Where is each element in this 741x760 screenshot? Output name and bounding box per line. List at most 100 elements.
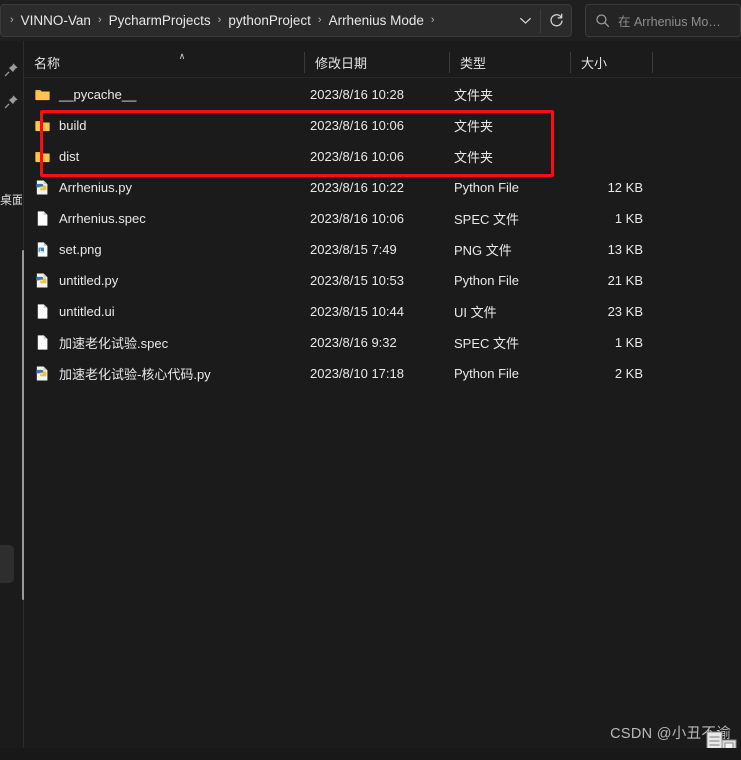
breadcrumb-item-0[interactable]: VINNO-Van — [17, 9, 95, 32]
file-name-cell[interactable]: 加速老化试验-核心代码.py — [34, 364, 211, 383]
table-row[interactable]: untitled.ui 2023/8/15 10:44 UI 文件 23 KB — [24, 296, 741, 327]
file-name-label: set.png — [59, 242, 102, 257]
file-name-cell[interactable]: build — [34, 117, 86, 134]
table-row[interactable]: dist 2023/8/16 10:06 文件夹 — [24, 141, 741, 172]
file-date-cell: 2023/8/16 9:32 — [310, 335, 397, 350]
file-date-cell: 2023/8/16 10:28 — [310, 87, 404, 102]
file-name-cell[interactable]: 加速老化试验.spec — [34, 333, 168, 352]
table-row[interactable]: 加速老化试验.spec 2023/8/16 9:32 SPEC 文件 1 KB — [24, 327, 741, 358]
file-type-cell: UI 文件 — [454, 305, 497, 320]
pin-icon[interactable] — [1, 91, 21, 111]
file-size-cell: 13 KB — [607, 242, 643, 257]
breadcrumb-item-1[interactable]: PycharmProjects — [105, 9, 215, 32]
file-name-cell[interactable]: untitled.ui — [34, 303, 115, 320]
table-row[interactable]: build 2023/8/16 10:06 文件夹 — [24, 110, 741, 141]
sidebar-clipped-label[interactable]: 桌面 — [0, 193, 22, 208]
file-date-cell: 2023/8/16 10:06 — [310, 211, 404, 226]
file-type-cell: SPEC 文件 — [454, 212, 520, 227]
file-size-cell: 23 KB — [607, 304, 643, 319]
search-icon — [596, 14, 610, 28]
file-name-cell[interactable]: Arrhenius.spec — [34, 210, 146, 227]
file-name-cell[interactable]: Arrhenius.py — [34, 179, 132, 196]
column-header-name[interactable]: 名称 — [24, 48, 310, 77]
file-name-label: 加速老化试验-核心代码.py — [59, 367, 211, 382]
file-date-cell: 2023/8/15 10:53 — [310, 273, 404, 288]
column-divider-4[interactable] — [652, 52, 653, 73]
file-type-cell: 文件夹 — [454, 150, 494, 165]
file-type-cell: Python File — [454, 180, 520, 195]
folder-icon — [35, 89, 50, 101]
table-row[interactable]: Arrhenius.spec 2023/8/16 10:06 SPEC 文件 1… — [24, 203, 741, 234]
file-type-cell: 文件夹 — [454, 88, 494, 103]
file-name-cell[interactable]: __pycache__ — [34, 86, 136, 103]
search-input[interactable]: 在 Arrhenius Mo… — [618, 11, 721, 30]
column-header-size[interactable]: 大小 — [571, 48, 651, 77]
top-bar: › VINNO-Van › PycharmProjects › pythonPr… — [0, 0, 741, 41]
sidebar-rail: 桌面 — [0, 41, 24, 760]
python-file-icon — [36, 180, 48, 195]
column-header-type-label: 类型 — [460, 56, 487, 71]
file-date-cell: 2023/8/15 10:44 — [310, 304, 404, 319]
file-name-label: build — [59, 118, 87, 133]
file-name-label: dist — [59, 149, 80, 164]
file-type-cell: Python File — [454, 366, 520, 381]
file-name-label: __pycache__ — [59, 87, 137, 102]
header-underline — [24, 77, 741, 78]
file-date-cell: 2023/8/16 10:06 — [310, 118, 404, 133]
breadcrumb-separator-1[interactable]: › — [215, 12, 225, 29]
file-date-cell: 2023/8/15 7:49 — [310, 242, 397, 257]
table-row[interactable]: __pycache__ 2023/8/16 10:28 文件夹 — [24, 79, 741, 110]
table-row[interactable]: 加速老化试验-核心代码.py 2023/8/10 17:18 Python Fi… — [24, 358, 741, 389]
file-name-cell[interactable]: dist — [34, 148, 79, 165]
document-icon — [37, 335, 48, 350]
file-explorer-window: › VINNO-Van › PycharmProjects › pythonPr… — [0, 0, 741, 760]
sort-ascending-icon: ∧ — [178, 51, 186, 61]
breadcrumb-separator-3[interactable]: › — [428, 12, 438, 29]
bottom-strip — [0, 748, 741, 760]
file-name-label: Arrhenius.spec — [59, 211, 146, 226]
breadcrumb-item-3[interactable]: Arrhenius Mode — [325, 9, 428, 32]
breadcrumb: › VINNO-Van › PycharmProjects › pythonPr… — [7, 9, 510, 32]
file-size-cell: 1 KB — [614, 335, 643, 350]
breadcrumb-separator-2[interactable]: › — [315, 12, 325, 29]
file-date-cell: 2023/8/16 10:22 — [310, 180, 404, 195]
file-type-cell: Python File — [454, 273, 520, 288]
file-list-pane: 名称 ∧ 修改日期 类型 大小 __pycache__ 2023/8/16 10… — [24, 41, 741, 748]
file-name-label: 加速老化试验.spec — [59, 336, 169, 351]
file-size-cell: 2 KB — [614, 366, 643, 381]
file-name-label: untitled.ui — [59, 304, 115, 319]
table-row[interactable]: untitled.py 2023/8/15 10:53 Python File … — [24, 265, 741, 296]
file-size-cell: 21 KB — [607, 273, 643, 288]
python-file-icon — [36, 273, 48, 288]
breadcrumb-item-2[interactable]: pythonProject — [224, 9, 315, 32]
file-date-cell: 2023/8/16 10:06 — [310, 149, 404, 164]
column-header-date-label: 修改日期 — [315, 56, 368, 71]
file-type-cell: PNG 文件 — [454, 243, 512, 258]
column-header-type[interactable]: 类型 — [450, 48, 570, 77]
document-icon — [37, 304, 48, 319]
file-name-cell[interactable]: set.png — [34, 241, 102, 258]
column-header-date[interactable]: 修改日期 — [305, 48, 454, 77]
python-file-icon — [36, 366, 48, 381]
pin-icon[interactable] — [1, 59, 21, 79]
file-date-cell: 2023/8/10 17:18 — [310, 366, 404, 381]
file-type-cell: SPEC 文件 — [454, 336, 520, 351]
sidebar-collapsed-item[interactable] — [0, 545, 14, 583]
image-file-icon — [37, 242, 48, 257]
column-header-size-label: 大小 — [581, 56, 608, 71]
file-name-label: Arrhenius.py — [59, 180, 132, 195]
file-type-cell: 文件夹 — [454, 119, 494, 134]
chevron-down-icon[interactable] — [510, 5, 540, 36]
address-bar[interactable]: › VINNO-Van › PycharmProjects › pythonPr… — [0, 4, 572, 37]
table-row[interactable]: Arrhenius.py 2023/8/16 10:22 Python File… — [24, 172, 741, 203]
search-box[interactable]: 在 Arrhenius Mo… — [585, 4, 741, 37]
breadcrumb-separator-lead: › — [10, 14, 14, 26]
file-size-cell: 12 KB — [607, 180, 643, 195]
file-name-cell[interactable]: untitled.py — [34, 272, 118, 289]
refresh-icon[interactable] — [541, 5, 571, 36]
column-header-row: 名称 ∧ 修改日期 类型 大小 — [24, 48, 741, 77]
file-list: __pycache__ 2023/8/16 10:28 文件夹 build 20… — [24, 79, 741, 389]
breadcrumb-separator-0[interactable]: › — [95, 12, 105, 29]
table-row[interactable]: set.png 2023/8/15 7:49 PNG 文件 13 KB — [24, 234, 741, 265]
folder-icon — [35, 151, 50, 163]
